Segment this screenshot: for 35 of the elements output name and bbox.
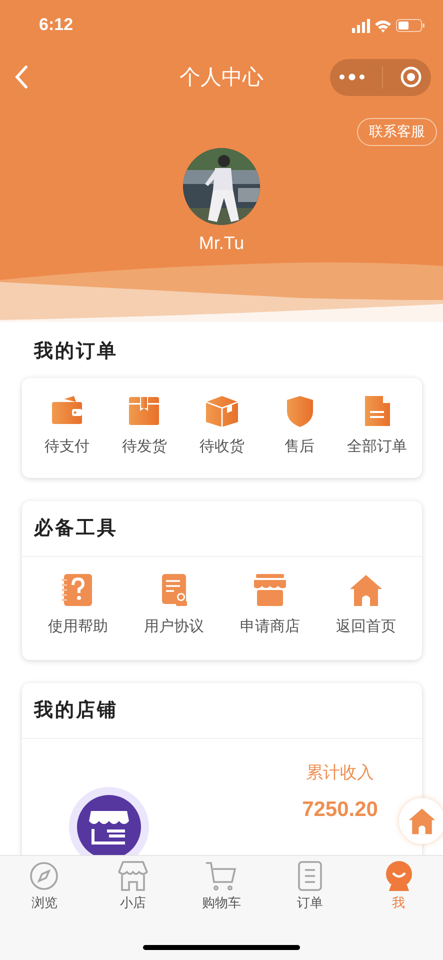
more-icon[interactable] xyxy=(338,73,365,81)
tool-item[interactable]: 申请商店 xyxy=(222,573,318,636)
order-item[interactable]: 待收货 xyxy=(183,394,261,456)
tool-item[interactable]: 用户协议 xyxy=(126,573,222,636)
parcel-icon xyxy=(127,394,162,428)
home-icon xyxy=(407,807,437,835)
compass-icon xyxy=(28,860,60,892)
order-item[interactable]: 售后 xyxy=(260,394,338,456)
page-title: 个人中心 xyxy=(180,64,264,91)
order-item[interactable]: 待发货 xyxy=(106,394,184,456)
cart-icon xyxy=(205,860,238,892)
tab[interactable]: 小店 xyxy=(88,860,178,912)
close-icon[interactable] xyxy=(400,66,422,88)
tab[interactable]: 浏览 xyxy=(0,860,89,912)
user-name: Mr.Tu xyxy=(198,233,246,254)
back-icon[interactable] xyxy=(14,65,28,89)
wifi-icon xyxy=(375,18,391,32)
status-time: 6:12 xyxy=(39,15,74,35)
home-icon xyxy=(348,573,384,607)
income-label: 累计收入 xyxy=(306,762,374,784)
tool-item[interactable]: 使用帮助 xyxy=(30,573,126,636)
battery-icon xyxy=(396,18,425,32)
box-icon xyxy=(204,394,239,428)
order-item[interactable]: 全部订单 xyxy=(338,394,416,456)
card-title: 我的店铺 xyxy=(22,683,422,739)
tab[interactable]: 订单 xyxy=(266,860,354,912)
income-value: 7250.20 xyxy=(302,798,378,822)
card-title: 必备工具 xyxy=(22,501,422,557)
shop-icon xyxy=(116,860,149,892)
tool-item[interactable]: 返回首页 xyxy=(318,573,414,636)
section-title: 我的订单 xyxy=(32,339,119,364)
order-item[interactable]: 待支付 xyxy=(28,394,106,456)
tab[interactable]: 购物车 xyxy=(177,860,266,912)
signal-icon xyxy=(352,18,370,32)
store-icon xyxy=(252,573,288,607)
